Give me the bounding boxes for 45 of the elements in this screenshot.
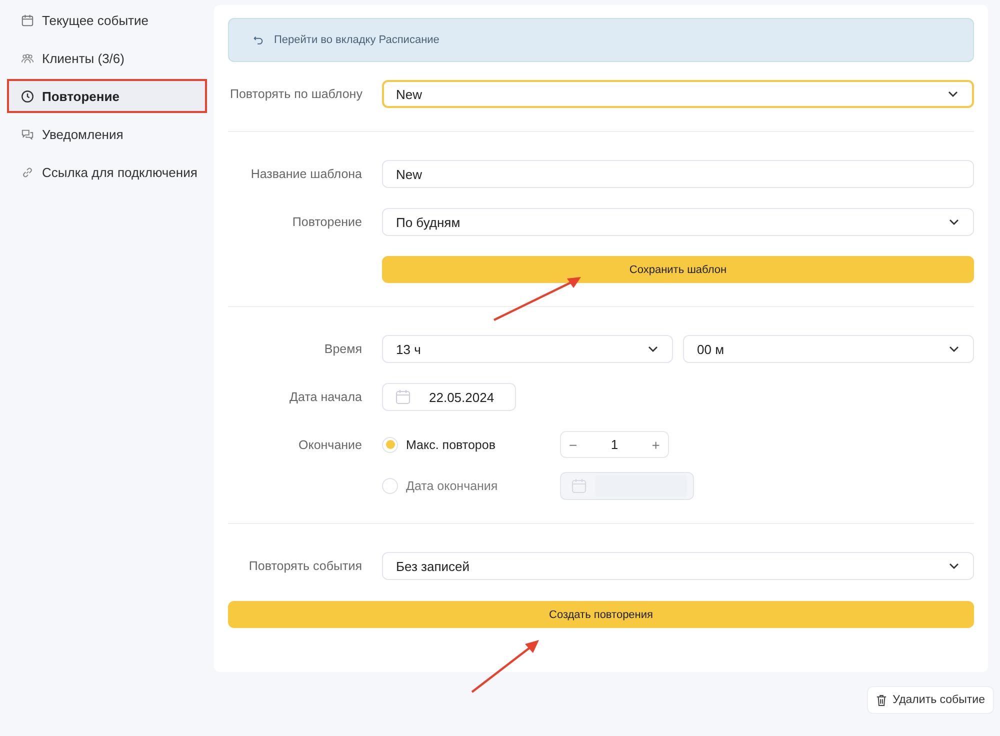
field-label: Название шаблона (250, 167, 363, 181)
people-icon (21, 52, 34, 64)
radio-button[interactable] (382, 436, 398, 452)
field-label: Дата начала (288, 390, 363, 404)
chevron-down-icon (949, 563, 959, 569)
field-label: Окончание (298, 437, 363, 452)
sidebar-item[interactable]: Ссылка для подключения (7, 155, 207, 189)
field-label: Повторять события (248, 559, 363, 573)
hours-select[interactable]: 13 ч (382, 335, 673, 363)
radio-option[interactable]: Макс. повторов (382, 436, 560, 452)
sidebar-item[interactable]: Текущее событие (7, 3, 207, 37)
repeat-select[interactable]: По будням (382, 208, 974, 236)
radio-button[interactable] (382, 478, 398, 494)
count-stepper[interactable]: − 1 + (560, 431, 669, 458)
end-date-field[interactable] (560, 472, 694, 500)
chevron-down-icon (948, 91, 958, 97)
return-arrow-icon (253, 34, 264, 46)
calendar-icon (395, 389, 411, 405)
schedule-tab-link[interactable]: Перейти во вкладку Расписание (274, 34, 440, 46)
field-label: Время (323, 342, 363, 356)
minutes-select[interactable]: 00 м (683, 335, 974, 363)
chevron-down-icon (648, 346, 658, 352)
sidebar-item[interactable]: Уведомления (7, 117, 207, 151)
chevron-down-icon (949, 346, 959, 352)
delete-event-button[interactable]: Удалить событие (866, 686, 994, 714)
trash-icon (876, 694, 887, 706)
start-date-field[interactable]: 22.05.2024 (382, 383, 516, 411)
template-select[interactable]: New (382, 80, 974, 108)
field-label: Повторять по шаблону (229, 87, 364, 101)
save-template-button[interactable]: Сохранить шаблон (382, 256, 974, 283)
increment-button[interactable]: + (652, 436, 660, 452)
chevron-down-icon (949, 219, 959, 225)
template-name-field[interactable]: New (382, 160, 974, 188)
decrement-button[interactable]: − (569, 436, 578, 452)
field-label: Повторение (291, 215, 363, 229)
sidebar-item[interactable]: Клиенты (3/6) (7, 41, 207, 75)
create-repeats-button[interactable]: Создать повторения (228, 601, 974, 628)
radio-option[interactable]: Дата окончания (382, 478, 560, 494)
link-icon (21, 166, 34, 178)
calendar-icon (21, 14, 34, 26)
repeat-events-select[interactable]: Без записей (382, 552, 974, 580)
clock-icon (21, 90, 34, 102)
chat-icon (21, 128, 34, 140)
calendar-icon (571, 478, 587, 494)
sidebar-item[interactable]: Повторение (7, 79, 207, 113)
